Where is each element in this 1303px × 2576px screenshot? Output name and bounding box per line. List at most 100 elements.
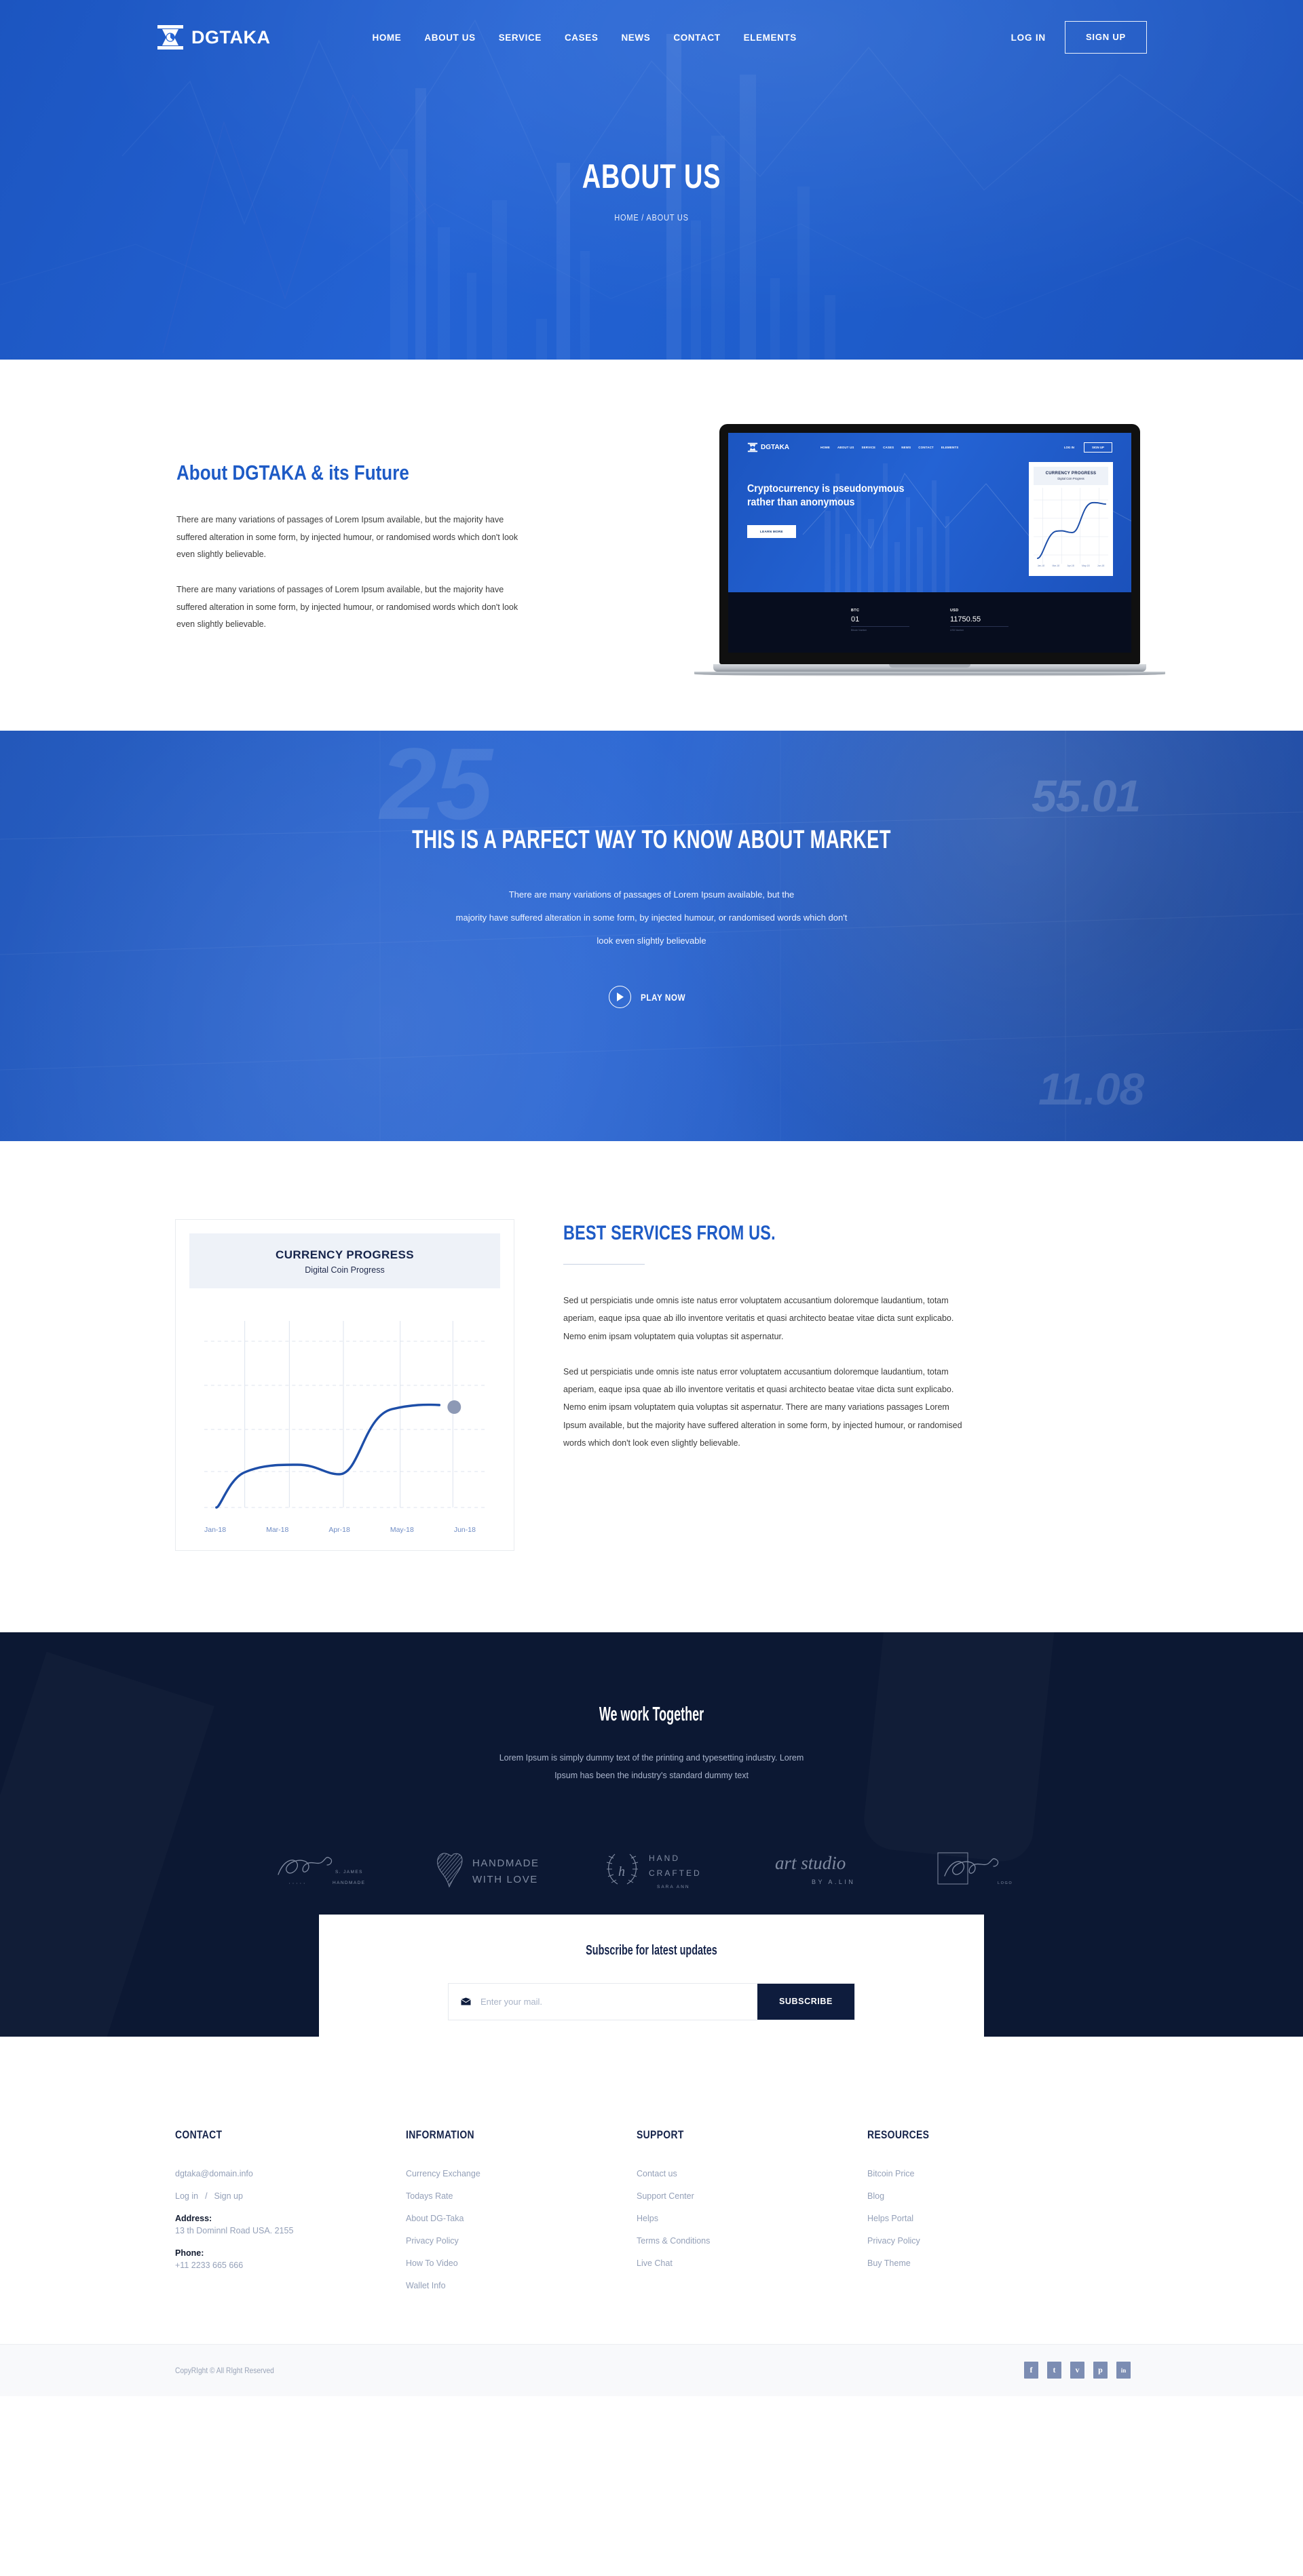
footer-support-link-3[interactable]: Terms & Conditions [637, 2236, 867, 2246]
partner-logo-pure-boxed[interactable]: LOGO [932, 1847, 1034, 1893]
partner-logo-pure-s-james[interactable]: S. JAMES • • • • • HANDMADE [269, 1847, 383, 1893]
video-bg-number-1108: 11.08 [1038, 1064, 1144, 1114]
footer-info-link-0[interactable]: Currency Exchange [406, 2169, 637, 2178]
footer-support-heading: SUPPORT [637, 2128, 684, 2141]
footer-auth-separator: / [205, 2191, 208, 2201]
laptop-login: LOG IN [1063, 446, 1074, 449]
partner-logo-2-main: HANDMADE [472, 1858, 540, 1869]
facebook-icon[interactable]: f [1024, 2362, 1038, 2379]
laptop-stat-btc-label: Bitcoin Number [851, 626, 909, 632]
footer-resources-link-0[interactable]: Bitcoin Price [867, 2169, 1098, 2178]
partner-logo-hand-crafted[interactable]: h HAND CRAFTED SARA ANN [600, 1846, 722, 1894]
nav-item-home[interactable]: HOME [372, 33, 401, 43]
main-navigation: DGTAKA HOME ABOUT US SERVICE CASES NEWS … [156, 0, 1147, 75]
laptop-currency-card: CURRENCY PROGRESS Digital Coin Progress [1029, 462, 1113, 576]
laptop-stat-usd-key: USD [950, 609, 959, 613]
partner-logo-3-sub1: CRAFTED [649, 1868, 702, 1878]
partners-heading: We work Together [599, 1704, 704, 1725]
footer-support-link-1[interactable]: Support Center [637, 2191, 867, 2201]
play-now-button[interactable]: PLAY NOW [0, 986, 1303, 1009]
laptop-stat-btc: BTC 01 Bitcoin Number [851, 609, 909, 632]
partner-logos: S. JAMES • • • • • HANDMADE HANDMADE WIT… [0, 1846, 1303, 1915]
footer-info-link-2[interactable]: About DG-Taka [406, 2214, 637, 2223]
chart-plot-area [189, 1314, 500, 1518]
hero-banner: DGTAKA HOME ABOUT US SERVICE CASES NEWS … [0, 0, 1303, 360]
brand-logo[interactable]: DGTAKA [156, 24, 270, 51]
laptop-card-xlabels: Jan-18 Mar-18 Apr-18 May-18 Jun-18 [1034, 564, 1108, 567]
partner-logo-4-main: art studio [775, 1853, 846, 1873]
services-text-column: BEST SERVICES FROM US. Sed ut perspiciat… [563, 1219, 1147, 1551]
laptop-card-chart [1034, 488, 1108, 564]
footer-support-link-4[interactable]: Live Chat [637, 2258, 867, 2268]
vimeo-icon[interactable]: v [1070, 2362, 1084, 2379]
services-paragraph-1: Sed ut perspiciatis unde omnis iste natu… [563, 1296, 954, 1341]
chart-xtick-3: May-18 [390, 1526, 414, 1534]
laptop-brand: DGTAKA [747, 442, 789, 453]
laptop-nav-about: ABOUT US [837, 446, 854, 449]
about-text-column: About DGTAKA & its Future There are many… [156, 424, 536, 651]
pinterest-icon[interactable]: p [1093, 2362, 1108, 2379]
nav-item-cases[interactable]: CASES [565, 33, 599, 43]
laptop-nav-actions: LOG IN SIGN UP [1064, 442, 1112, 453]
signup-button[interactable]: SIGN UP [1064, 21, 1147, 54]
laptop-base [713, 664, 1147, 672]
login-link[interactable]: LOG IN [1011, 33, 1046, 43]
footer-information-heading: INFORMATION [406, 2128, 474, 2141]
partner-logo-art-studio[interactable]: art studio BY A.LIN [770, 1847, 885, 1893]
footer-info-link-4[interactable]: How To Video [406, 2258, 637, 2268]
services-section: CURRENCY PROGRESS Digital Coin Progress [0, 1141, 1303, 1632]
subscribe-button[interactable]: SUBSCRIBE [757, 1983, 854, 2020]
nav-item-service[interactable]: SERVICE [499, 33, 542, 43]
laptop-card-xlabel-3: May-18 [1082, 564, 1090, 567]
subscribe-email-input[interactable] [480, 1983, 757, 2020]
footer-login-link[interactable]: Log in [175, 2191, 198, 2201]
footer-auth-links: Log in / Sign up [175, 2191, 406, 2201]
footer-contact-heading: CONTACT [175, 2128, 223, 2141]
breadcrumb: HOME / ABOUT US [614, 212, 689, 223]
footer-resources-link-4[interactable]: Buy Theme [867, 2258, 1098, 2268]
video-paragraph-line1: There are many variations of passages of… [508, 889, 795, 900]
subscribe-card: Subscribe for latest updates SUBSCRIBE [319, 1914, 984, 2037]
footer-resources-heading: RESOURCES [867, 2128, 930, 2141]
footer-support-link-0[interactable]: Contact us [637, 2169, 867, 2178]
brand-name: DGTAKA [191, 26, 271, 47]
laptop-nav-elements: ELEMENTS [941, 446, 959, 449]
nav-item-elements[interactable]: ELEMENTS [744, 33, 797, 43]
laptop-card-xlabel-0: Jan-18 [1037, 564, 1045, 567]
laptop-nav-cases: CASES [883, 446, 894, 449]
laptop-learn-more-button: LEARN MORE [747, 524, 796, 538]
nav-item-news[interactable]: NEWS [621, 33, 650, 43]
laptop-card-subtitle: Digital Coin Progress [1057, 477, 1084, 480]
footer-signup-link[interactable]: Sign up [214, 2191, 243, 2201]
footer-resources-link-2[interactable]: Helps Portal [867, 2214, 1098, 2223]
partner-logo-1-sub2: HANDMADE [333, 1881, 365, 1885]
footer-support-link-2[interactable]: Helps [637, 2214, 867, 2223]
footer-info-link-1[interactable]: Todays Rate [406, 2191, 637, 2201]
play-icon [609, 986, 632, 1009]
nav-actions: LOG IN SIGN UP [1011, 21, 1147, 54]
partner-logo-handmade-with-love[interactable]: HANDMADE WITH LOVE [430, 1847, 552, 1893]
chart-xtick-4: Jun-18 [453, 1526, 476, 1534]
chart-xtick-2: Apr-18 [328, 1526, 350, 1534]
about-paragraph-2: There are many variations of passages of… [176, 584, 518, 630]
laptop-stat-btc-value: 01 [851, 615, 860, 623]
nav-item-contact[interactable]: CONTACT [673, 33, 720, 43]
footer-info-link-3[interactable]: Privacy Policy [406, 2236, 637, 2246]
footer-resources-link-1[interactable]: Blog [867, 2191, 1098, 2201]
footer-info-link-5[interactable]: Wallet Info [406, 2281, 637, 2290]
footer-column-resources: RESOURCES Bitcoin Price Blog Helps Porta… [867, 2128, 1098, 2303]
footer-email-link[interactable]: dgtaka@domain.info [175, 2169, 406, 2178]
chart-subtitle: Digital Coin Progress [305, 1265, 385, 1275]
laptop-stats-bar: BTC 01 Bitcoin Number USD 11750.55 USD N… [728, 592, 1131, 653]
chart-x-axis-labels: Jan-18 Mar-18 Apr-18 May-18 Jun-18 [189, 1518, 500, 1537]
services-divider [563, 1264, 645, 1265]
linkedin-icon[interactable]: in [1116, 2362, 1131, 2379]
about-paragraph-1: There are many variations of passages of… [176, 515, 518, 560]
twitter-icon[interactable]: t [1047, 2362, 1061, 2379]
laptop-card-xlabel-1: Mar-18 [1052, 564, 1060, 567]
laptop-nav-news: NEWS [901, 446, 911, 449]
video-promo-section: 25 55.01 11.08 THIS IS A PARFECT WAY TO … [0, 731, 1303, 1141]
nav-item-about-us[interactable]: ABOUT US [424, 33, 475, 43]
footer-resources-link-3[interactable]: Privacy Policy [867, 2236, 1098, 2246]
about-section: About DGTAKA & its Future There are many… [0, 360, 1303, 731]
